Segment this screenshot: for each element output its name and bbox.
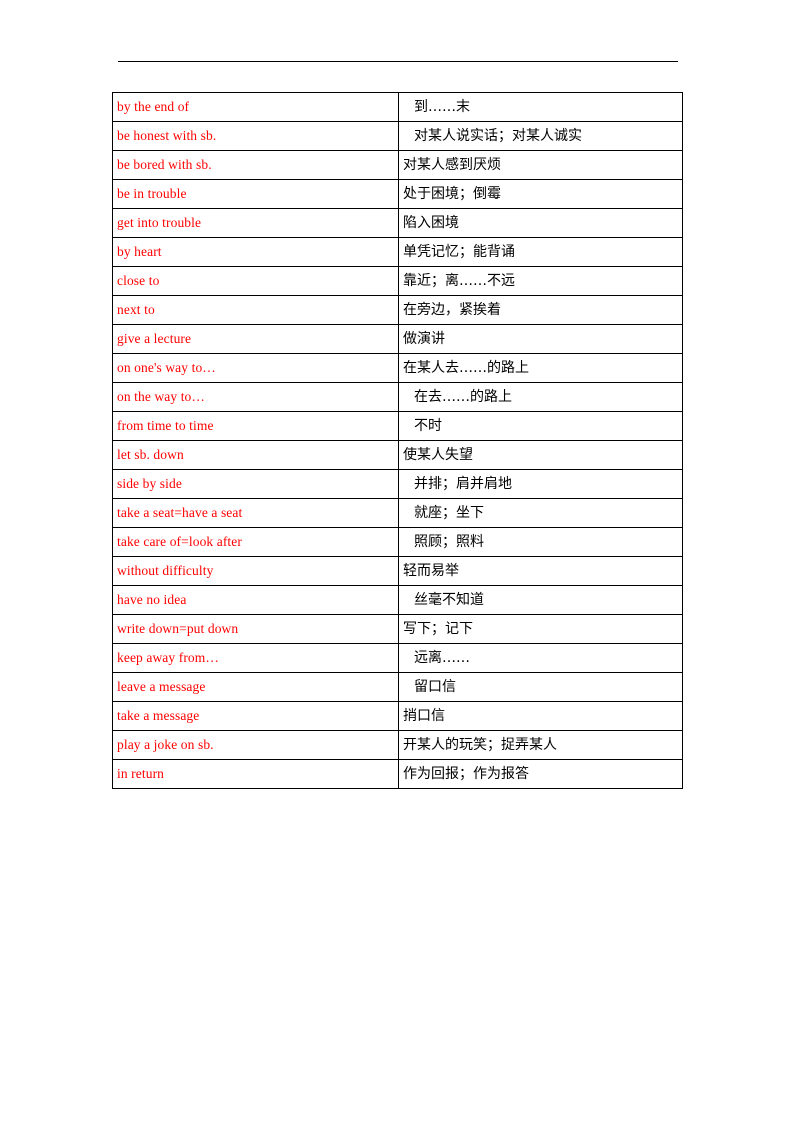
chinese-meaning-cell: 靠近；离……不远 bbox=[398, 266, 683, 296]
vocabulary-table: by the end of 到……末 be honest with sb. 对某人说实… bbox=[112, 92, 683, 789]
chinese-meaning-cell: 作为回报；作为报答 bbox=[398, 759, 683, 789]
vocabulary-table-container: by the end of 到……末 be honest with sb. 对某人说实… bbox=[112, 92, 683, 789]
table-row: on one's way to… 在某人去……的路上 bbox=[112, 353, 683, 383]
english-phrase-cell: give a lecture bbox=[112, 324, 399, 354]
english-phrase-cell: keep away from… bbox=[112, 643, 399, 673]
english-phrase-cell: on one's way to… bbox=[112, 353, 399, 383]
chinese-meaning-cell: 轻而易举 bbox=[398, 556, 683, 586]
english-phrase-cell: in return bbox=[112, 759, 399, 789]
table-row: be bored with sb. 对某人感到厌烦 bbox=[112, 150, 683, 180]
english-phrase-cell: close to bbox=[112, 266, 399, 296]
table-row: by heart 单凭记忆；能背诵 bbox=[112, 237, 683, 267]
english-phrase-cell: next to bbox=[112, 295, 399, 325]
table-row: give a lecture 做演讲 bbox=[112, 324, 683, 354]
english-phrase-cell: take a message bbox=[112, 701, 399, 731]
english-phrase-cell: write down=put down bbox=[112, 614, 399, 644]
vocabulary-table-body: by the end of 到……末 be honest with sb. 对某人说实… bbox=[112, 92, 683, 789]
english-phrase-cell: take a seat=have a seat bbox=[112, 498, 399, 528]
english-phrase-cell: be bored with sb. bbox=[112, 150, 399, 180]
chinese-meaning-cell: 对某人感到厌烦 bbox=[398, 150, 683, 180]
chinese-meaning-cell: 对某人说实话；对某人诚实 bbox=[398, 121, 683, 151]
chinese-meaning-cell: 到……末 bbox=[398, 92, 683, 122]
chinese-meaning-cell: 就座；坐下 bbox=[398, 498, 683, 528]
english-phrase-cell: on the way to… bbox=[112, 382, 399, 412]
chinese-meaning-cell: 捎口信 bbox=[398, 701, 683, 731]
table-row: by the end of 到……末 bbox=[112, 92, 683, 122]
table-row: let sb. down 使某人失望 bbox=[112, 440, 683, 470]
english-phrase-cell: by the end of bbox=[112, 92, 399, 122]
table-row: on the way to… 在去……的路上 bbox=[112, 382, 683, 412]
table-row: without difficulty 轻而易举 bbox=[112, 556, 683, 586]
english-phrase-cell: without difficulty bbox=[112, 556, 399, 586]
table-row: leave a message 留口信 bbox=[112, 672, 683, 702]
table-row: next to 在旁边，紧挨着 bbox=[112, 295, 683, 325]
english-phrase-cell: side by side bbox=[112, 469, 399, 499]
table-row: have no idea 丝毫不知道 bbox=[112, 585, 683, 615]
table-row: be honest with sb. 对某人说实话；对某人诚实 bbox=[112, 121, 683, 151]
document-page: by the end of 到……末 be honest with sb. 对某人说实… bbox=[0, 0, 794, 1123]
chinese-meaning-cell: 写下；记下 bbox=[398, 614, 683, 644]
english-phrase-cell: leave a message bbox=[112, 672, 399, 702]
table-row: side by side 并排；肩并肩地 bbox=[112, 469, 683, 499]
table-row: take care of=look after 照顾；照料 bbox=[112, 527, 683, 557]
chinese-meaning-cell: 做演讲 bbox=[398, 324, 683, 354]
chinese-meaning-cell: 在旁边，紧挨着 bbox=[398, 295, 683, 325]
english-phrase-cell: get into trouble bbox=[112, 208, 399, 238]
chinese-meaning-cell: 照顾；照料 bbox=[398, 527, 683, 557]
table-row: be in trouble 处于困境；倒霉 bbox=[112, 179, 683, 209]
english-phrase-cell: be honest with sb. bbox=[112, 121, 399, 151]
table-row: take a message 捎口信 bbox=[112, 701, 683, 731]
english-phrase-cell: have no idea bbox=[112, 585, 399, 615]
page-header-rule bbox=[118, 61, 678, 62]
english-phrase-cell: take care of=look after bbox=[112, 527, 399, 557]
table-row: play a joke on sb. 开某人的玩笑；捉弄某人 bbox=[112, 730, 683, 760]
table-row: write down=put down 写下；记下 bbox=[112, 614, 683, 644]
chinese-meaning-cell: 陷入困境 bbox=[398, 208, 683, 238]
chinese-meaning-cell: 在去……的路上 bbox=[398, 382, 683, 412]
chinese-meaning-cell: 处于困境；倒霉 bbox=[398, 179, 683, 209]
chinese-meaning-cell: 开某人的玩笑；捉弄某人 bbox=[398, 730, 683, 760]
english-phrase-cell: be in trouble bbox=[112, 179, 399, 209]
chinese-meaning-cell: 留口信 bbox=[398, 672, 683, 702]
table-row: get into trouble 陷入困境 bbox=[112, 208, 683, 238]
english-phrase-cell: from time to time bbox=[112, 411, 399, 441]
chinese-meaning-cell: 使某人失望 bbox=[398, 440, 683, 470]
chinese-meaning-cell: 远离…… bbox=[398, 643, 683, 673]
table-row: close to 靠近；离……不远 bbox=[112, 266, 683, 296]
chinese-meaning-cell: 并排；肩并肩地 bbox=[398, 469, 683, 499]
table-row: in return 作为回报；作为报答 bbox=[112, 759, 683, 789]
chinese-meaning-cell: 丝毫不知道 bbox=[398, 585, 683, 615]
table-row: keep away from… 远离…… bbox=[112, 643, 683, 673]
english-phrase-cell: by heart bbox=[112, 237, 399, 267]
table-row: take a seat=have a seat 就座；坐下 bbox=[112, 498, 683, 528]
chinese-meaning-cell: 不时 bbox=[398, 411, 683, 441]
table-row: from time to time 不时 bbox=[112, 411, 683, 441]
chinese-meaning-cell: 单凭记忆；能背诵 bbox=[398, 237, 683, 267]
chinese-meaning-cell: 在某人去……的路上 bbox=[398, 353, 683, 383]
english-phrase-cell: play a joke on sb. bbox=[112, 730, 399, 760]
english-phrase-cell: let sb. down bbox=[112, 440, 399, 470]
